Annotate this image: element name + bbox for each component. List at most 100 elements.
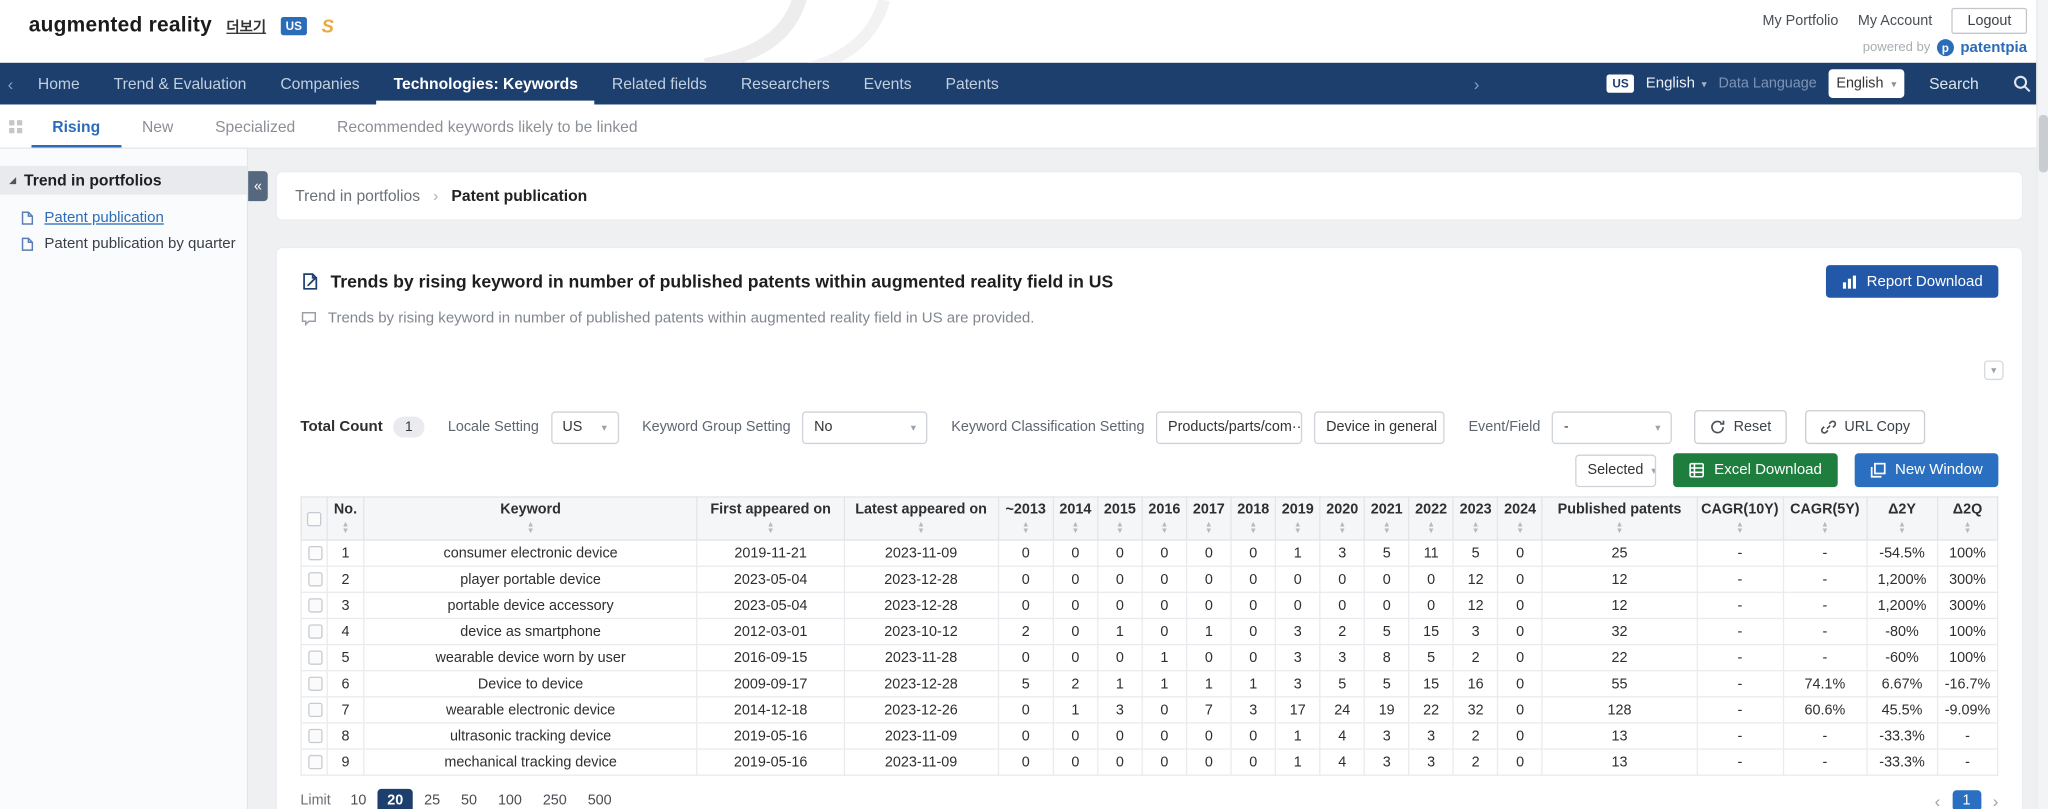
nav-item-companies[interactable]: Companies (263, 63, 376, 105)
column-header-cagr-10y[interactable]: CAGR(10Y) ▲ ▼ (1696, 496, 1784, 541)
sort-icons[interactable]: ▲ ▼ (1190, 521, 1228, 536)
nav-scroll-right-icon[interactable]: › (1466, 63, 1487, 105)
excel-download-button[interactable]: Excel Download (1673, 453, 1838, 488)
sort-icons[interactable]: ▲ ▼ (1870, 521, 1934, 536)
column-header-2021[interactable]: 2021 ▲ ▼ (1363, 496, 1410, 541)
column-header-latest-appeared-on[interactable]: Latest appeared on ▲ ▼ (843, 496, 999, 541)
filter-select-item[interactable]: - ▾ (1552, 410, 1673, 444)
sort-desc-icon[interactable]: ▼ (1338, 528, 1346, 536)
column-header-2016[interactable]: 2016 ▲ ▼ (1141, 496, 1188, 541)
column-header-published-patents[interactable]: Published patents ▲ ▼ (1541, 496, 1698, 541)
select-all-checkbox[interactable] (306, 511, 322, 526)
sort-desc-icon[interactable]: ▼ (1022, 528, 1030, 536)
row-checkbox[interactable] (308, 624, 323, 639)
nav-item-events[interactable]: Events (847, 63, 929, 105)
sort-icons[interactable]: ▲ ▼ (1501, 521, 1539, 536)
sort-icons[interactable]: ▲ ▼ (1700, 521, 1780, 536)
limit-option-50[interactable]: 50 (452, 789, 486, 809)
sort-icons[interactable]: ▲ ▼ (1056, 521, 1094, 536)
tab-specialized[interactable]: Specialized (194, 104, 316, 147)
sort-icons[interactable]: ▲ ▼ (1786, 521, 1863, 535)
limit-option-100[interactable]: 100 (489, 789, 531, 809)
search-icon[interactable] (2013, 74, 2031, 93)
nav-item-researchers[interactable]: Researchers (724, 63, 847, 105)
row-checkbox[interactable] (308, 728, 323, 744)
limit-option-20[interactable]: 20 (378, 788, 413, 809)
nav-item-technologies-keywords[interactable]: Technologies: Keywords (377, 63, 595, 105)
nav-item-patents[interactable]: Patents (929, 63, 1016, 105)
my-account-link[interactable]: My Account (1858, 13, 1932, 29)
column-header-2q[interactable]: Δ2Q ▲ ▼ (1936, 496, 1999, 541)
sort-desc-icon[interactable]: ▼ (527, 528, 535, 536)
prev-page-button[interactable]: ‹ (1935, 791, 1941, 809)
next-page-button[interactable]: › (1993, 791, 1999, 809)
limit-option-250[interactable]: 250 (534, 789, 576, 809)
my-portfolio-link[interactable]: My Portfolio (1762, 13, 1838, 29)
sort-desc-icon[interactable]: ▼ (1160, 528, 1168, 536)
column-header-no[interactable]: No. ▲ ▼ (326, 496, 365, 541)
sort-icons[interactable]: ▲ ▼ (701, 521, 841, 535)
sort-icons[interactable]: ▲ ▼ (1412, 521, 1450, 536)
sort-desc-icon[interactable]: ▼ (1472, 528, 1480, 536)
tab-new[interactable]: New (121, 104, 194, 147)
sort-icons[interactable]: ▲ ▼ (1101, 521, 1139, 536)
row-checkbox[interactable] (308, 702, 323, 718)
column-header-2023[interactable]: 2023 ▲ ▼ (1452, 496, 1499, 541)
row-checkbox[interactable] (308, 650, 323, 665)
column-header-2013[interactable]: ~2013 ▲ ▼ (997, 496, 1054, 541)
sort-desc-icon[interactable]: ▼ (1898, 528, 1906, 536)
sort-icons[interactable]: ▲ ▼ (1457, 521, 1495, 536)
nav-scroll-left-icon[interactable]: ‹ (0, 63, 21, 105)
column-header-2018[interactable]: 2018 ▲ ▼ (1230, 496, 1277, 541)
sort-icons[interactable]: ▲ ▼ (1234, 521, 1272, 536)
sort-desc-icon[interactable]: ▼ (1736, 528, 1744, 536)
row-checkbox[interactable] (308, 754, 323, 770)
search-box[interactable]: Search (1929, 74, 2031, 93)
column-header-2024[interactable]: 2024 ▲ ▼ (1497, 496, 1543, 541)
grid-icon[interactable] (0, 104, 31, 147)
row-checkbox[interactable] (308, 676, 323, 691)
sort-desc-icon[interactable]: ▼ (1205, 528, 1213, 536)
sort-desc-icon[interactable]: ▼ (1249, 528, 1257, 536)
filter-select-device-in-general[interactable]: Device in general▾ (1314, 410, 1445, 444)
sort-icons[interactable]: ▲ ▼ (847, 521, 995, 536)
filter-select-products-parts-com[interactable]: Products/parts/com···▾ (1156, 410, 1303, 444)
sort-desc-icon[interactable]: ▼ (917, 528, 925, 536)
row-checkbox[interactable] (308, 598, 323, 613)
limit-option-10[interactable]: 10 (341, 789, 375, 809)
sort-desc-icon[interactable]: ▼ (1616, 528, 1624, 536)
limit-option-500[interactable]: 500 (579, 789, 621, 809)
selected-dropdown[interactable]: Selected ▾ (1575, 453, 1657, 487)
sort-icons[interactable]: ▲ ▼ (1279, 521, 1317, 535)
row-checkbox[interactable] (308, 572, 323, 587)
nav-item-home[interactable]: Home (21, 63, 97, 105)
sidebar-collapse-button[interactable]: « (248, 171, 268, 202)
column-header-2022[interactable]: 2022 ▲ ▼ (1408, 496, 1455, 541)
column-header-2y[interactable]: Δ2Y ▲ ▼ (1866, 496, 1939, 541)
sort-icons[interactable]: ▲ ▼ (330, 521, 360, 536)
report-download-button[interactable]: Report Download (1826, 265, 1999, 298)
limit-option-25[interactable]: 25 (415, 789, 449, 809)
column-header-2020[interactable]: 2020 ▲ ▼ (1319, 496, 1366, 541)
logout-button[interactable]: Logout (1951, 7, 2028, 34)
sort-desc-icon[interactable]: ▼ (342, 528, 350, 536)
column-header-keyword[interactable]: Keyword ▲ ▼ (363, 496, 699, 541)
sort-desc-icon[interactable]: ▼ (1964, 528, 1972, 536)
sort-icons[interactable]: ▲ ▼ (1323, 521, 1361, 536)
scrollbar-thumb[interactable] (2038, 114, 2048, 173)
sort-desc-icon[interactable]: ▼ (1116, 528, 1124, 536)
row-checkbox[interactable] (308, 545, 323, 561)
sort-desc-icon[interactable]: ▼ (1427, 528, 1435, 536)
panel-collapse-button[interactable]: ▾ (1983, 360, 2004, 381)
column-header-2014[interactable]: 2014 ▲ ▼ (1052, 496, 1099, 541)
sort-icons[interactable]: ▲ ▼ (1145, 521, 1183, 536)
sort-desc-icon[interactable]: ▼ (1383, 528, 1391, 536)
reset-button[interactable]: Reset (1694, 410, 1787, 445)
filter-select-no[interactable]: No ▾ (802, 410, 928, 444)
locale-language-dropdown[interactable]: English ▾ (1646, 76, 1707, 92)
sidebar-item-patent-publication-by-quarter[interactable]: Patent publication by quarter (0, 231, 247, 257)
data-language-select[interactable]: English ▾ (1828, 69, 1905, 98)
sort-desc-icon[interactable]: ▼ (1072, 528, 1080, 536)
sort-desc-icon[interactable]: ▼ (1516, 528, 1524, 536)
column-header-first-appeared-on[interactable]: First appeared on ▲ ▼ (696, 496, 845, 541)
